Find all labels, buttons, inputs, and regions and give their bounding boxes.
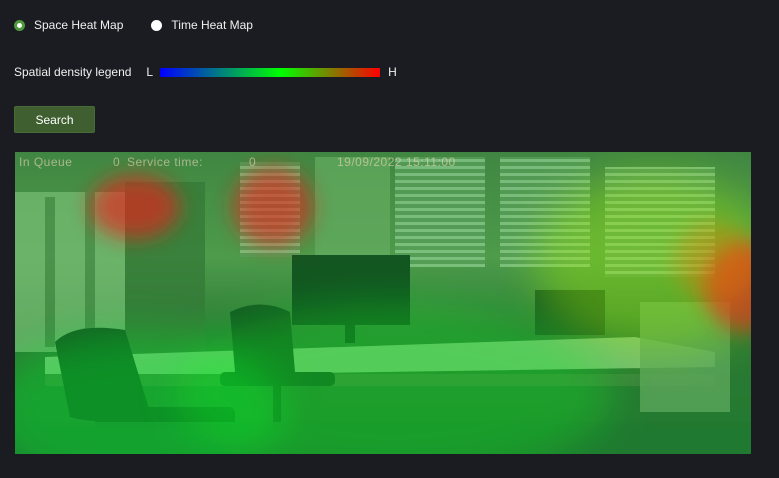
space-heat-map-radio[interactable] <box>14 19 25 31</box>
heatmap-scene <box>15 152 751 454</box>
osd-service-value: 0 <box>249 155 257 169</box>
space-heat-map-option[interactable]: Space Heat Map <box>14 18 123 32</box>
space-heat-map-image: In Queue 0 Service time: 0 19/09/2022 15… <box>15 152 751 454</box>
legend-label: Spatial density legend <box>14 65 132 79</box>
spatial-density-legend: Spatial density legend L H <box>14 65 397 79</box>
osd-queue-value: 0 <box>113 155 121 169</box>
heat-overlay <box>15 152 751 454</box>
time-heat-map-option[interactable]: Time Heat Map <box>151 18 253 32</box>
time-heat-map-radio[interactable] <box>151 19 163 31</box>
osd-queue-label: In Queue <box>19 155 73 169</box>
legend-high-label: H <box>388 65 397 79</box>
legend-gradient-bar <box>160 67 381 77</box>
heatmap-panel: Space Heat Map Time Heat Map Spatial den… <box>0 0 779 478</box>
osd-timestamp: 19/09/2022 15:11:00 <box>337 155 456 169</box>
time-heat-map-label[interactable]: Time Heat Map <box>171 18 253 32</box>
space-heat-map-label[interactable]: Space Heat Map <box>34 18 123 32</box>
heatmap-mode-selector: Space Heat Map Time Heat Map <box>14 18 253 32</box>
search-button[interactable]: Search <box>14 106 95 133</box>
legend-low-label: L <box>146 65 154 79</box>
osd-service-label: Service time: <box>127 155 203 169</box>
